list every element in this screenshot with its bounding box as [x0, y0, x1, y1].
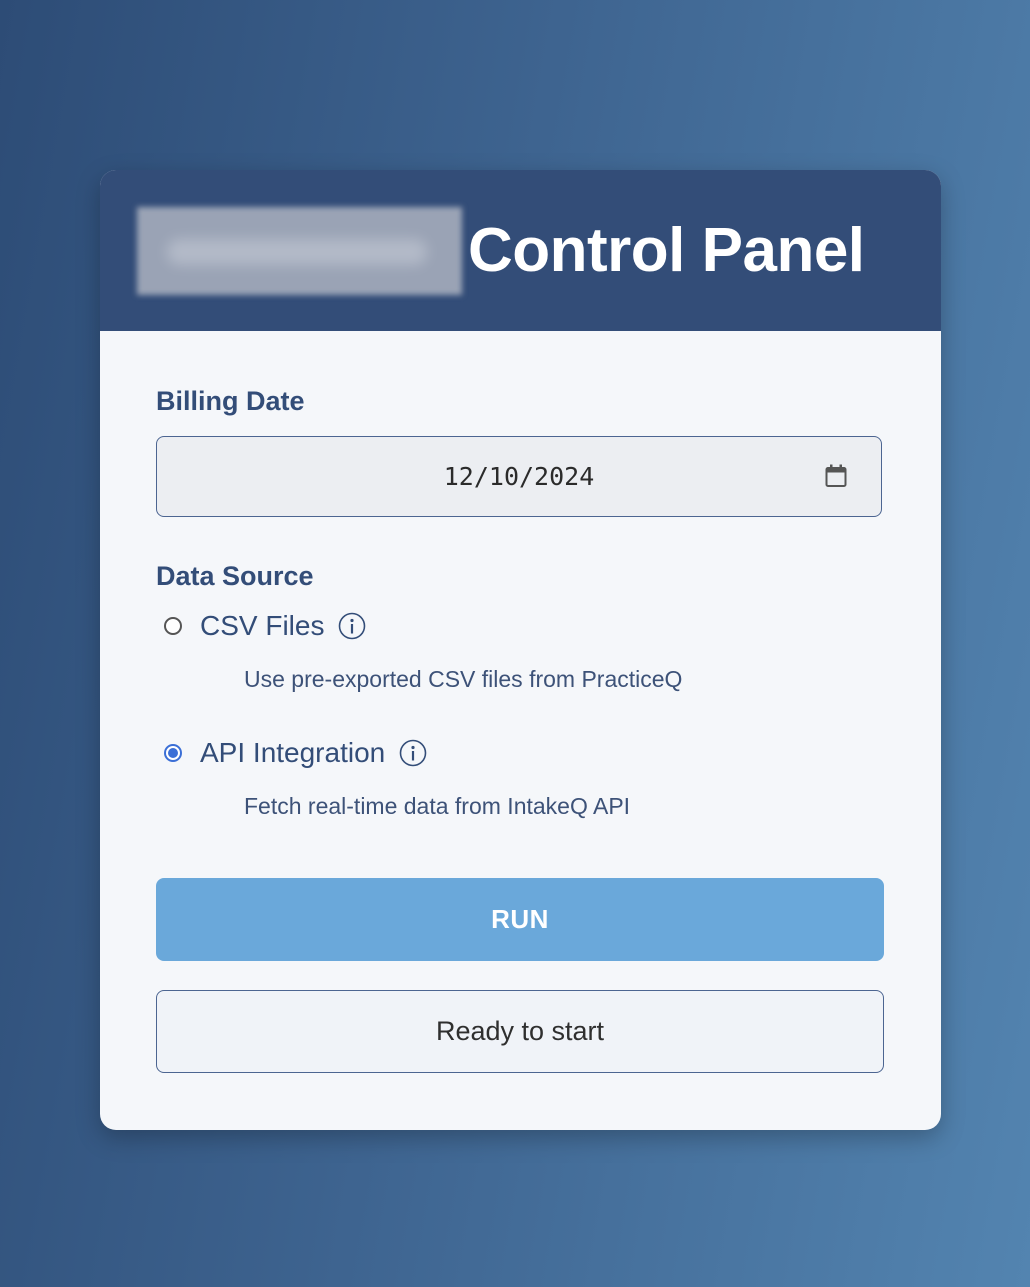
calendar-icon[interactable]	[825, 464, 847, 488]
status-text: Ready to start	[156, 990, 884, 1073]
blurred-logo	[137, 207, 462, 295]
info-icon[interactable]	[399, 739, 427, 767]
csv-files-radio[interactable]	[164, 617, 182, 635]
card-header: Control Panel	[100, 170, 941, 331]
csv-files-option[interactable]: CSV Files	[164, 610, 366, 642]
data-source-label: Data Source	[156, 561, 314, 591]
csv-files-description: Use pre-exported CSV files from Practice…	[244, 666, 683, 692]
run-button[interactable]: RUN	[156, 878, 884, 961]
billing-date-input[interactable]: 12/10/2024	[156, 436, 882, 517]
csv-files-label: CSV Files	[200, 610, 325, 641]
api-integration-label: API Integration	[200, 737, 386, 768]
api-integration-option[interactable]: API Integration	[164, 737, 427, 769]
billing-date-label: Billing Date	[156, 386, 305, 416]
control-panel-card: Control Panel Billing Date 12/10/2024 Da…	[100, 170, 941, 1130]
info-icon[interactable]	[338, 612, 366, 640]
billing-date-value: 12/10/2024	[443, 462, 595, 491]
page-title: Control Panel	[468, 216, 865, 285]
api-integration-description: Fetch real-time data from IntakeQ API	[244, 793, 631, 819]
api-integration-radio[interactable]	[164, 744, 182, 762]
